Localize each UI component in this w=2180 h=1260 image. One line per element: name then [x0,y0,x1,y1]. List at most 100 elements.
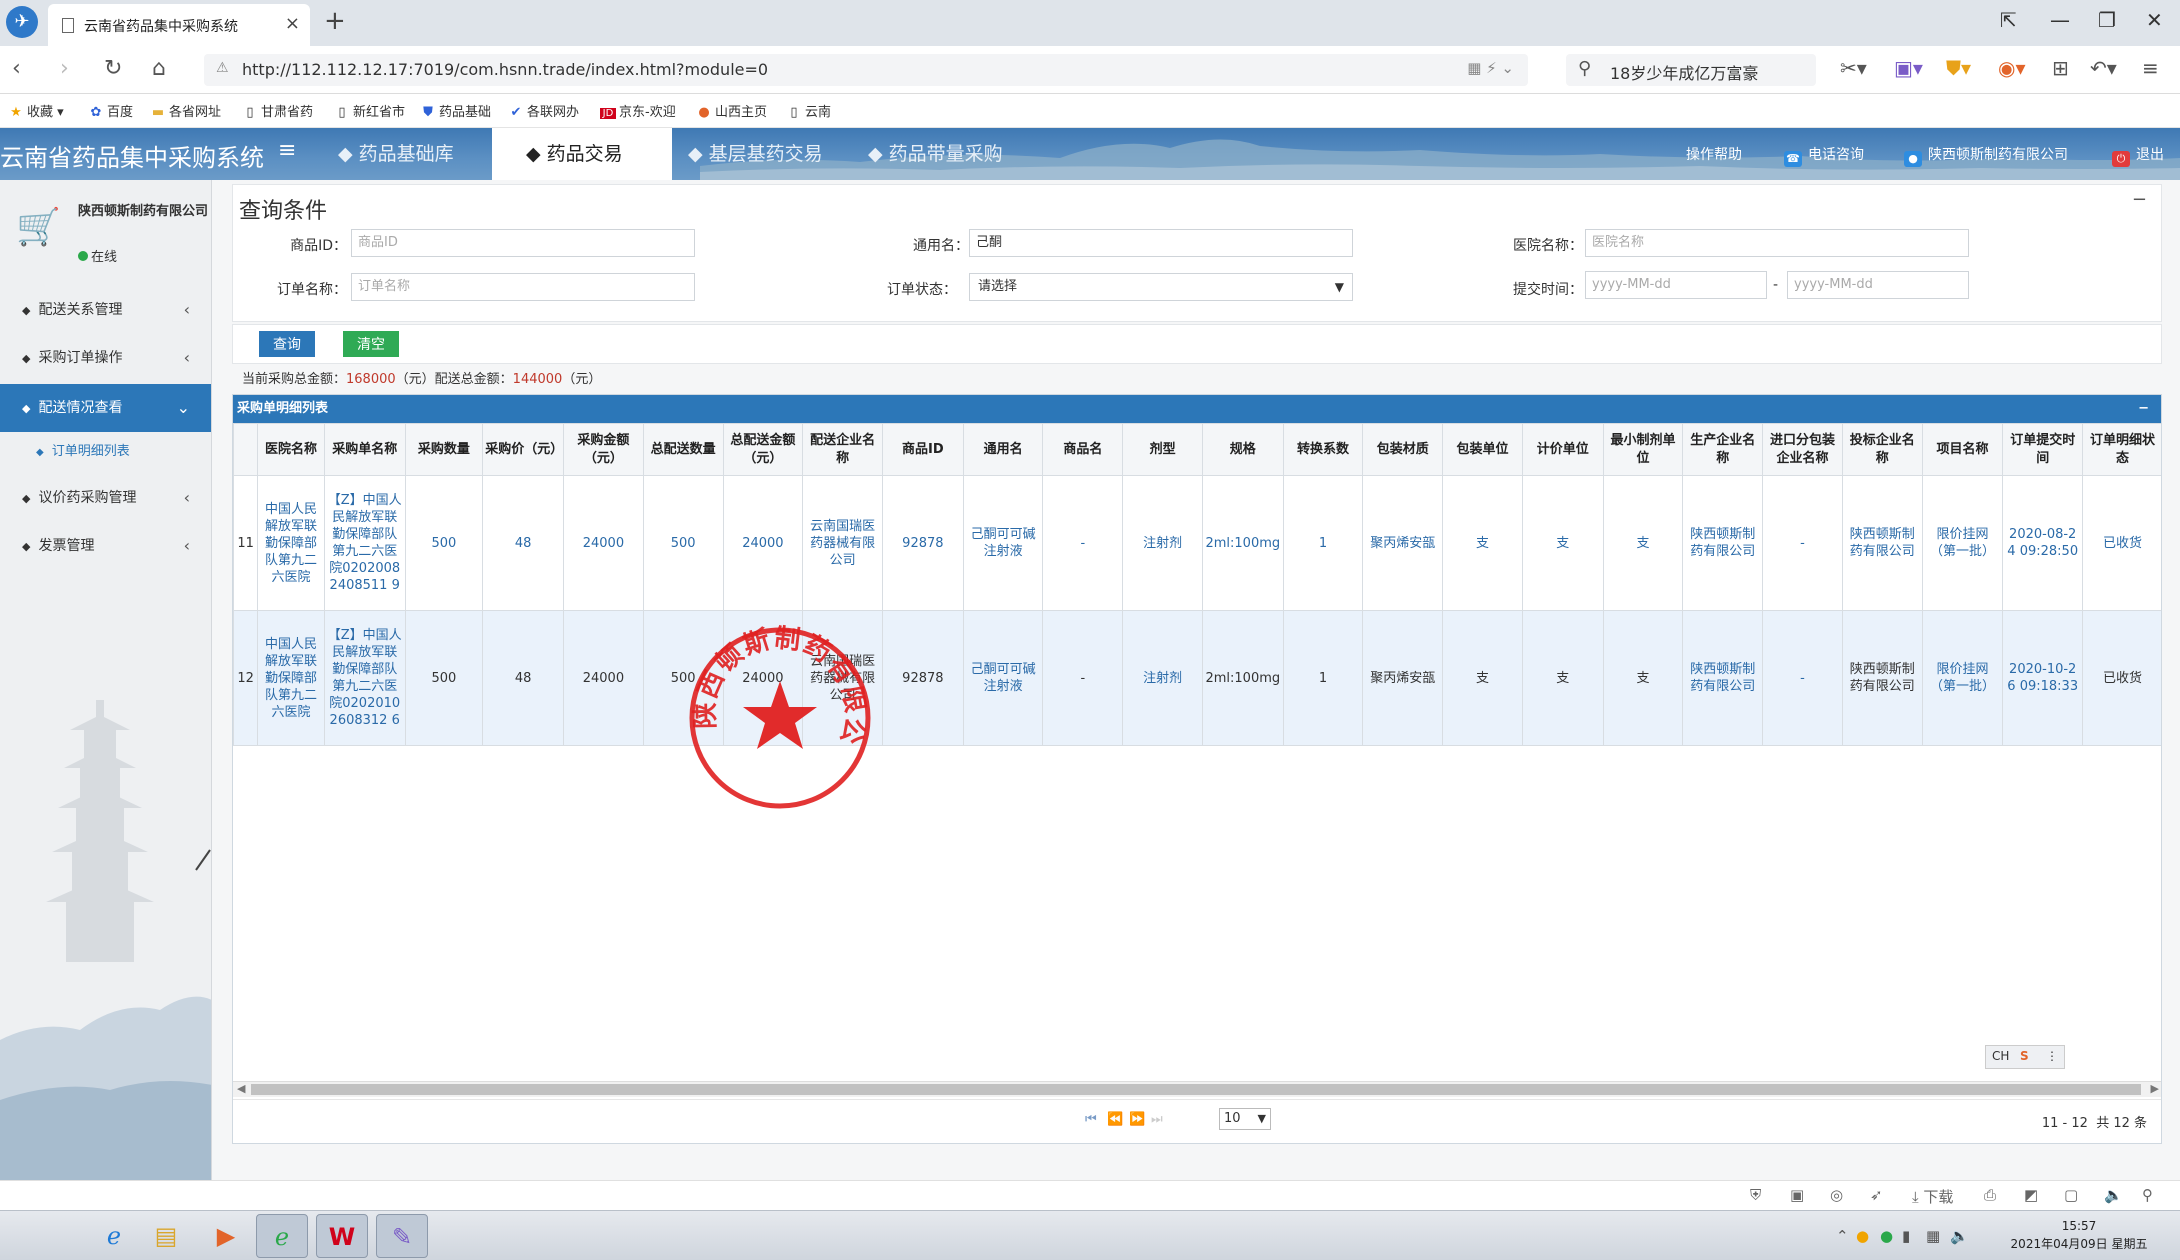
close-window-button[interactable]: ✕ [2146,8,2163,32]
tab-close-button[interactable]: × [285,13,300,34]
browser-tab[interactable]: 云南省药品集中采购系统 × [48,4,310,46]
sidebar-item-delivery-relation[interactable]: ◆ 配送关系管理 ‹ [0,286,211,334]
bookmark-network[interactable]: ✔ 各联网办 [508,101,579,120]
bookmark-baidu[interactable]: ✿ 百度 [88,101,133,120]
extension-icon[interactable]: ▣▾ [1894,56,1923,80]
speed-icon[interactable]: ◎ [1830,1186,1843,1204]
scissors-icon[interactable]: ✂▾ [1840,56,1867,80]
reload-icon[interactable]: ↻ [104,56,122,81]
ie-icon[interactable]: ℯ [88,1214,140,1258]
bookmark-gansu[interactable]: ▯ 甘肃省药 [242,101,313,120]
table-cell: 12 [233,610,259,746]
paint-icon[interactable]: ✎ [376,1214,428,1258]
phone-link[interactable]: ☎ 电话咨询 [1784,144,1864,167]
tab-basic-trade[interactable]: ◆ 基层基药交易 [684,128,860,180]
tray-flag-icon[interactable]: ▮ [1902,1227,1910,1245]
help-link[interactable]: 操作帮助 [1686,144,1742,164]
url-field[interactable]: ⚠ http://112.112.12.17:7019/com.hsnn.tra… [204,54,1528,86]
menu-toggle-icon[interactable]: ≡ [278,138,296,163]
company-link[interactable]: ● 陕西顿斯制药有限公司 [1904,144,2068,167]
next-page-icon[interactable]: ⏩ [1129,1112,1145,1127]
tray-expand-icon[interactable]: ⌃ [1836,1227,1849,1245]
product-id-input[interactable]: 商品ID [351,229,695,257]
sidebar-item-negotiated-purchase[interactable]: ◆ 议价药采购管理 ‹ [0,474,211,522]
submit-time-end-input[interactable]: yyyy-MM-dd [1787,271,1969,299]
horizontal-scrollbar[interactable]: ◀ ▶ [233,1081,2161,1097]
minimize-window-button[interactable]: — [2050,8,2070,32]
sidebar-item-invoice[interactable]: ◆ 发票管理 ‹ [0,522,211,570]
page-size-select[interactable]: 10 ▼ [1219,1108,1271,1130]
sidebar-item-delivery-status[interactable]: ◆ 配送情况查看 ⌄ [0,384,211,432]
sidebar-item-purchase-order[interactable]: ◆ 采购订单操作 ‹ [0,334,211,382]
search-input[interactable]: ⚲ 18岁少年成亿万富豪 [1566,54,1816,86]
grid-minimize-button[interactable]: − [2138,395,2149,423]
submit-time-start-input[interactable]: yyyy-MM-dd [1585,271,1767,299]
home-icon[interactable]: ⌂ [152,56,166,81]
search-icon: ⚲ [1578,58,1592,79]
shield-icon[interactable]: ⛊▾ [1946,56,1971,80]
table-cell: 支 [1602,475,1684,611]
bookmark-jd[interactable]: JD 京东-欢迎 [600,101,676,120]
bookmark-xinhong[interactable]: ▯ 新红省市 [334,101,405,120]
scroll-thumb[interactable] [251,1084,2141,1095]
taskbar-clock[interactable]: 15:57 2021年04月09日 星期五 [1994,1217,2164,1253]
sidebar-subitem-order-detail[interactable]: ◆ 订单明细列表 [0,434,211,470]
rocket-icon[interactable]: ➶ [1870,1186,1883,1204]
tab-drug-trade[interactable]: ◆ 药品交易 [492,128,672,180]
360-browser-icon[interactable]: ℯ [256,1214,308,1258]
grid-icon[interactable]: ⊞ [2052,56,2069,80]
menu-icon[interactable]: ≡ [2142,56,2159,80]
table-row[interactable]: 12 中国人民解放军联勤保障部队第九二六医院 【Z】中国人民解放军联勤保障部队第九二… [233,610,2161,746]
image-icon[interactable]: ▣ [1790,1186,1804,1204]
tray-360-icon[interactable]: ● [1880,1227,1893,1245]
new-tab-button[interactable]: + [324,6,346,36]
url-tools-icon[interactable]: ▦ ⚡ ⌄ [1467,59,1514,77]
ime-toolbar[interactable]: CH S ⋮ [1985,1045,2065,1069]
zoom-icon[interactable]: ⚲ [2142,1186,2153,1204]
bookmark-favorites[interactable]: ★ 收藏 ▾ [8,101,64,120]
forward-icon[interactable]: › [60,56,69,81]
order-status-select[interactable]: 请选择 ▼ [969,273,1353,301]
undo-icon[interactable]: ↶▾ [2090,56,2117,80]
prev-page-icon[interactable]: ⏪ [1107,1112,1123,1127]
browser-logo-icon[interactable]: ✈ [6,6,38,38]
game-icon[interactable]: ◉▾ [1998,56,2026,80]
bookmark-shanxi[interactable]: ● 山西主页 [696,101,767,120]
query-button[interactable]: 查询 [259,331,315,357]
pagination: ⏮ ⏪ ⏩ ⏭ 10 ▼ 11 - 12 共 12 条 [233,1099,2161,1139]
media-player-icon[interactable]: ▶ [200,1214,252,1258]
table-cell: 500 [404,610,484,746]
bookmark-provinces[interactable]: ▬ 各省网址 [150,101,221,120]
screenshot-icon[interactable]: ◩ [2024,1186,2038,1204]
bookmark-drug-base[interactable]: ⛊ 药品基础 [420,101,491,120]
tab-volume-purchase[interactable]: ◆ 药品带量采购 [866,128,1046,180]
tray-app-icon[interactable]: ● [1856,1227,1869,1245]
last-page-icon[interactable]: ⏭ [1151,1112,1163,1127]
window-icon[interactable]: ▢ [2064,1186,2078,1204]
order-name-input[interactable]: 订单名称 [351,273,695,301]
column-header: 生产企业名称 [1682,423,1764,476]
query-collapse-button[interactable]: − [2132,189,2147,210]
scroll-right-icon[interactable]: ▶ [2151,1082,2159,1095]
download-button[interactable]: ⤓ 下载 [1912,1186,1953,1207]
bookmark-yunnan[interactable]: ▯ 云南 [786,101,831,120]
restore-window-button[interactable]: ❐ [2098,8,2116,32]
pin-icon[interactable]: ⇱ [2000,8,2017,32]
security-icon[interactable]: ⛨ [1750,1186,1761,1204]
file-explorer-icon[interactable]: ▤ [140,1214,192,1258]
tray-network-icon[interactable]: ▦ [1926,1227,1940,1245]
back-icon[interactable]: ‹ [12,56,21,81]
tab-drug-base[interactable]: ◆ 药品基础库 [330,128,492,180]
logout-button[interactable]: ⏻ 退出 [2112,144,2164,167]
generic-name-input[interactable]: 己酮 [969,229,1353,257]
print-icon[interactable]: ⎙ [1984,1186,1996,1204]
sound-icon[interactable]: 🔈 [2104,1186,2123,1204]
first-page-icon[interactable]: ⏮ [1085,1112,1097,1127]
wps-icon[interactable]: W [316,1214,368,1258]
hospital-input[interactable]: 医院名称 [1585,229,1969,257]
column-header: 订单明细状态 [2082,423,2161,476]
tray-volume-icon[interactable]: 🔈 [1950,1227,1969,1245]
clear-button[interactable]: 清空 [343,331,399,357]
table-row[interactable]: 11 中国人民解放军联勤保障部队第九二六医院 【Z】中国人民解放军联勤保障部队第九二… [233,475,2161,611]
scroll-left-icon[interactable]: ◀ [237,1082,245,1095]
